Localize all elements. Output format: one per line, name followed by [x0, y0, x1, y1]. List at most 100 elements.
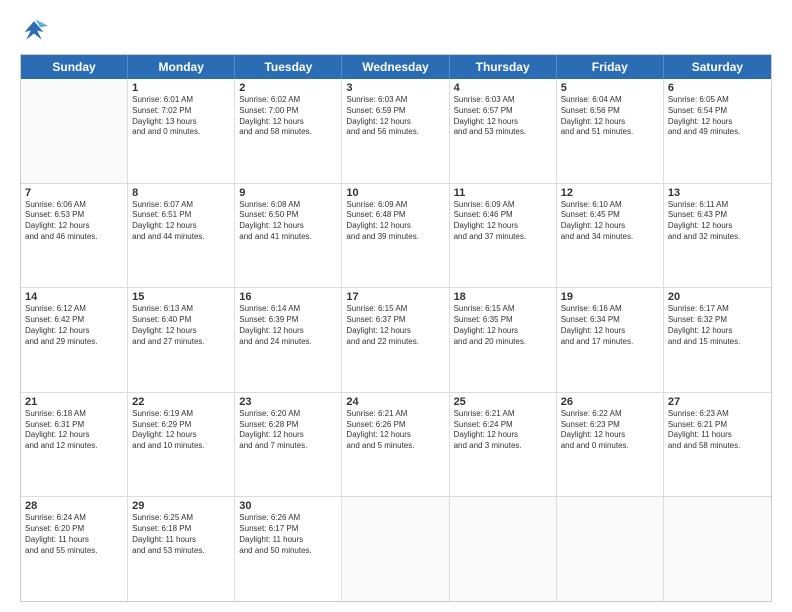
- calendar-day-30: 30Sunrise: 6:26 AMSunset: 6:17 PMDayligh…: [235, 497, 342, 601]
- daylight-line2: and and 41 minutes.: [239, 232, 337, 243]
- calendar-week-1: 7Sunrise: 6:06 AMSunset: 6:53 PMDaylight…: [21, 184, 771, 289]
- calendar-body: 1Sunrise: 6:01 AMSunset: 7:02 PMDaylight…: [21, 79, 771, 601]
- header: [20, 18, 772, 46]
- sunrise-text: Sunrise: 6:14 AM: [239, 304, 337, 315]
- daylight-line2: and and 5 minutes.: [346, 441, 444, 452]
- day-number: 25: [454, 396, 552, 408]
- day-number: 30: [239, 500, 337, 512]
- sunset-text: Sunset: 7:00 PM: [239, 106, 337, 117]
- daylight-line1: Daylight: 11 hours: [239, 535, 337, 546]
- daylight-line2: and and 10 minutes.: [132, 441, 230, 452]
- sunrise-text: Sunrise: 6:09 AM: [454, 200, 552, 211]
- sunset-text: Sunset: 7:02 PM: [132, 106, 230, 117]
- day-number: 2: [239, 82, 337, 94]
- calendar-header: SundayMondayTuesdayWednesdayThursdayFrid…: [21, 55, 771, 79]
- calendar-day-13: 13Sunrise: 6:11 AMSunset: 6:43 PMDayligh…: [664, 184, 771, 288]
- sunset-text: Sunset: 6:51 PM: [132, 210, 230, 221]
- header-day-sunday: Sunday: [21, 55, 128, 79]
- sunset-text: Sunset: 6:56 PM: [561, 106, 659, 117]
- daylight-line2: and and 20 minutes.: [454, 337, 552, 348]
- daylight-line1: Daylight: 12 hours: [239, 430, 337, 441]
- sunrise-text: Sunrise: 6:17 AM: [668, 304, 767, 315]
- sunrise-text: Sunrise: 6:02 AM: [239, 95, 337, 106]
- day-number: 14: [25, 291, 123, 303]
- sunrise-text: Sunrise: 6:06 AM: [25, 200, 123, 211]
- daylight-line1: Daylight: 13 hours: [132, 117, 230, 128]
- sunrise-text: Sunrise: 6:21 AM: [346, 409, 444, 420]
- daylight-line1: Daylight: 12 hours: [668, 221, 767, 232]
- header-day-friday: Friday: [557, 55, 664, 79]
- sunset-text: Sunset: 6:34 PM: [561, 315, 659, 326]
- daylight-line1: Daylight: 12 hours: [239, 326, 337, 337]
- sunset-text: Sunset: 6:32 PM: [668, 315, 767, 326]
- day-number: 3: [346, 82, 444, 94]
- daylight-line1: Daylight: 12 hours: [239, 221, 337, 232]
- daylight-line2: and and 29 minutes.: [25, 337, 123, 348]
- calendar-day-27: 27Sunrise: 6:23 AMSunset: 6:21 PMDayligh…: [664, 393, 771, 497]
- sunrise-text: Sunrise: 6:23 AM: [668, 409, 767, 420]
- calendar-week-4: 28Sunrise: 6:24 AMSunset: 6:20 PMDayligh…: [21, 497, 771, 601]
- day-number: 8: [132, 187, 230, 199]
- daylight-line2: and and 34 minutes.: [561, 232, 659, 243]
- sunset-text: Sunset: 6:39 PM: [239, 315, 337, 326]
- calendar-day-11: 11Sunrise: 6:09 AMSunset: 6:46 PMDayligh…: [450, 184, 557, 288]
- calendar-day-2: 2Sunrise: 6:02 AMSunset: 7:00 PMDaylight…: [235, 79, 342, 183]
- daylight-line2: and and 46 minutes.: [25, 232, 123, 243]
- sunrise-text: Sunrise: 6:25 AM: [132, 513, 230, 524]
- sunrise-text: Sunrise: 6:18 AM: [25, 409, 123, 420]
- day-number: 22: [132, 396, 230, 408]
- day-number: 12: [561, 187, 659, 199]
- header-day-saturday: Saturday: [664, 55, 771, 79]
- daylight-line1: Daylight: 12 hours: [454, 430, 552, 441]
- calendar-day-8: 8Sunrise: 6:07 AMSunset: 6:51 PMDaylight…: [128, 184, 235, 288]
- day-number: 29: [132, 500, 230, 512]
- calendar-day-1: 1Sunrise: 6:01 AMSunset: 7:02 PMDaylight…: [128, 79, 235, 183]
- calendar-day-5: 5Sunrise: 6:04 AMSunset: 6:56 PMDaylight…: [557, 79, 664, 183]
- calendar-week-3: 21Sunrise: 6:18 AMSunset: 6:31 PMDayligh…: [21, 393, 771, 498]
- daylight-line2: and and 51 minutes.: [561, 127, 659, 138]
- daylight-line1: Daylight: 12 hours: [25, 430, 123, 441]
- day-number: 1: [132, 82, 230, 94]
- day-number: 21: [25, 396, 123, 408]
- daylight-line1: Daylight: 12 hours: [346, 117, 444, 128]
- calendar-empty-cell: [664, 497, 771, 601]
- logo-icon: [20, 18, 48, 46]
- calendar-empty-cell: [557, 497, 664, 601]
- header-day-thursday: Thursday: [450, 55, 557, 79]
- daylight-line1: Daylight: 12 hours: [132, 430, 230, 441]
- day-number: 28: [25, 500, 123, 512]
- day-number: 26: [561, 396, 659, 408]
- calendar-day-28: 28Sunrise: 6:24 AMSunset: 6:20 PMDayligh…: [21, 497, 128, 601]
- daylight-line2: and and 15 minutes.: [668, 337, 767, 348]
- sunrise-text: Sunrise: 6:01 AM: [132, 95, 230, 106]
- calendar-day-20: 20Sunrise: 6:17 AMSunset: 6:32 PMDayligh…: [664, 288, 771, 392]
- daylight-line1: Daylight: 12 hours: [239, 117, 337, 128]
- sunrise-text: Sunrise: 6:24 AM: [25, 513, 123, 524]
- sunrise-text: Sunrise: 6:22 AM: [561, 409, 659, 420]
- daylight-line1: Daylight: 12 hours: [561, 326, 659, 337]
- sunrise-text: Sunrise: 6:12 AM: [25, 304, 123, 315]
- daylight-line1: Daylight: 12 hours: [346, 221, 444, 232]
- day-number: 18: [454, 291, 552, 303]
- sunset-text: Sunset: 6:37 PM: [346, 315, 444, 326]
- calendar-day-7: 7Sunrise: 6:06 AMSunset: 6:53 PMDaylight…: [21, 184, 128, 288]
- sunrise-text: Sunrise: 6:03 AM: [454, 95, 552, 106]
- daylight-line1: Daylight: 11 hours: [25, 535, 123, 546]
- sunset-text: Sunset: 6:42 PM: [25, 315, 123, 326]
- sunrise-text: Sunrise: 6:16 AM: [561, 304, 659, 315]
- sunrise-text: Sunrise: 6:21 AM: [454, 409, 552, 420]
- daylight-line2: and and 53 minutes.: [454, 127, 552, 138]
- sunset-text: Sunset: 6:24 PM: [454, 420, 552, 431]
- daylight-line1: Daylight: 12 hours: [454, 326, 552, 337]
- calendar-day-18: 18Sunrise: 6:15 AMSunset: 6:35 PMDayligh…: [450, 288, 557, 392]
- day-number: 10: [346, 187, 444, 199]
- calendar-day-9: 9Sunrise: 6:08 AMSunset: 6:50 PMDaylight…: [235, 184, 342, 288]
- calendar-day-10: 10Sunrise: 6:09 AMSunset: 6:48 PMDayligh…: [342, 184, 449, 288]
- calendar-day-24: 24Sunrise: 6:21 AMSunset: 6:26 PMDayligh…: [342, 393, 449, 497]
- day-number: 15: [132, 291, 230, 303]
- daylight-line2: and and 24 minutes.: [239, 337, 337, 348]
- calendar-day-29: 29Sunrise: 6:25 AMSunset: 6:18 PMDayligh…: [128, 497, 235, 601]
- sunset-text: Sunset: 6:57 PM: [454, 106, 552, 117]
- day-number: 5: [561, 82, 659, 94]
- day-number: 24: [346, 396, 444, 408]
